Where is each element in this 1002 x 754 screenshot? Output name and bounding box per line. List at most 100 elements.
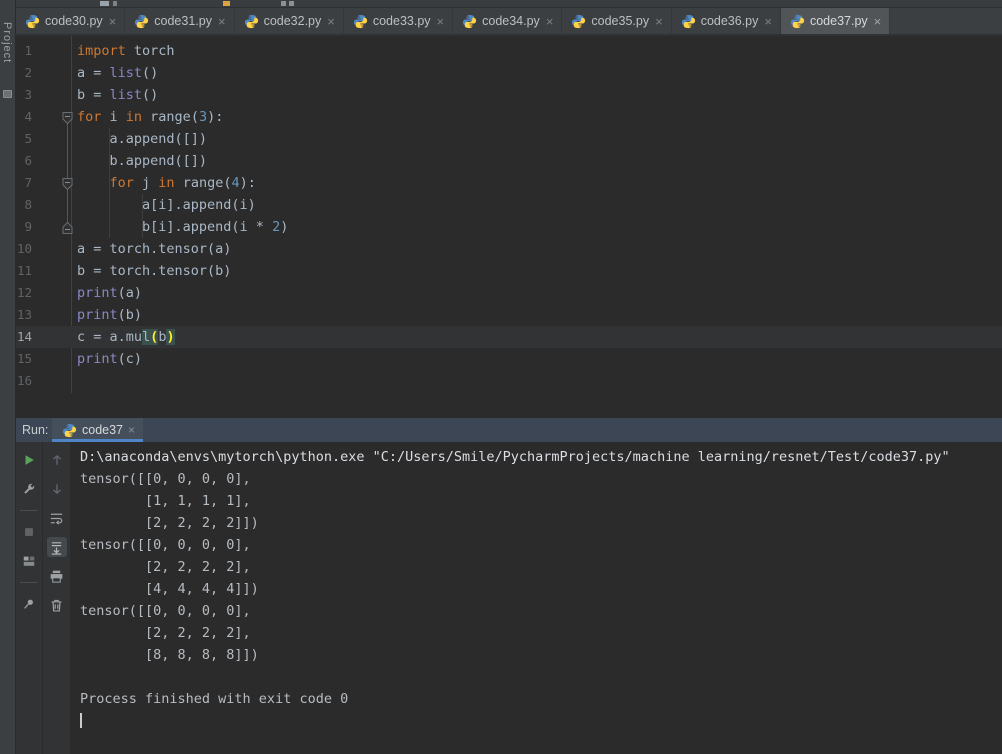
python-icon [571, 14, 586, 29]
code-text: print(a) [77, 285, 143, 301]
code-line-7: 7 for j in range(4): [16, 172, 1002, 194]
rerun-button[interactable] [19, 450, 39, 470]
line-number: 8 [24, 197, 32, 212]
code-text: for j in range(4): [109, 175, 256, 191]
stop-button[interactable] [19, 522, 39, 542]
fold-marker-icon[interactable] [62, 110, 73, 125]
pycharm-window: Project code30.py × code31.py × code32.py × co… [0, 0, 1002, 754]
printer-icon [50, 570, 63, 583]
clear-all-button[interactable] [47, 595, 67, 615]
close-icon[interactable]: × [545, 15, 555, 28]
console-line: [2, 2, 2, 2], [80, 625, 251, 641]
line-number: 2 [24, 65, 32, 80]
close-icon[interactable]: × [436, 15, 446, 28]
tab-label: code33.py [372, 14, 431, 28]
editor-tab-code30.py[interactable]: code30.py × [16, 8, 126, 34]
soft-wrap-button[interactable] [47, 508, 67, 528]
line-number: 1 [24, 43, 32, 58]
code-text: a.append([]) [77, 131, 208, 147]
editor-tab-code36.py[interactable]: code36.py × [672, 8, 781, 34]
pin-tab-button[interactable] [19, 594, 39, 614]
console-output[interactable]: D:\anaconda\envs\mytorch\python.exe "C:/… [70, 442, 1002, 754]
layout-icon [23, 556, 35, 566]
line-number: 4 [24, 109, 32, 124]
close-icon[interactable]: × [108, 15, 118, 28]
editor-tab-code37.py[interactable]: code37.py × [780, 8, 891, 34]
editor-tab-code33.py[interactable]: code33.py × [344, 8, 454, 34]
tab-label: code37.py [809, 14, 868, 28]
close-icon[interactable]: × [326, 15, 336, 28]
tab-label: code34.py [482, 14, 540, 28]
code-text: b = list() [77, 87, 159, 103]
close-icon[interactable]: × [763, 15, 773, 28]
tool-window-bar: Project [0, 0, 16, 754]
print-button[interactable] [47, 566, 67, 586]
code-line-14: 14 c = a.mul(b) [16, 326, 1002, 348]
line-number: 12 [17, 285, 33, 300]
code-text: c = a.mul(b) [77, 329, 175, 345]
console-line: tensor([[0, 0, 0, 0], [80, 603, 251, 619]
console-line: tensor([[0, 0, 0, 0], [80, 537, 251, 553]
close-icon[interactable]: × [128, 423, 135, 437]
toolbar-icon-remnant [113, 1, 117, 6]
edit-configuration-button[interactable] [19, 479, 39, 499]
arrow-down-icon [52, 484, 61, 495]
line-number: 11 [17, 263, 33, 278]
code-line-11: 11 b = torch.tensor(b) [16, 260, 1002, 282]
main-toolbar-remnant [16, 0, 1002, 8]
stop-icon [25, 528, 33, 536]
code-line-8: 8 a[i].append(i) [16, 194, 1002, 216]
scroll-to-end-button[interactable] [46, 537, 67, 557]
run-label: Run: [22, 423, 49, 437]
line-number: 10 [17, 241, 33, 256]
trash-icon [51, 599, 62, 612]
console-line: [8, 8, 8, 8]]) [80, 647, 259, 663]
line-number: 16 [17, 373, 33, 388]
run-tab-label: code37 [82, 423, 124, 437]
run-panel-body: D:\anaconda\envs\mytorch\python.exe "C:/… [16, 442, 1002, 754]
close-icon[interactable]: × [873, 15, 883, 28]
python-icon [681, 14, 696, 29]
fold-marker-icon[interactable] [62, 220, 73, 234]
code-line-1: 1 import torch [16, 40, 1002, 62]
console-line: Process finished with exit code 0 [80, 691, 349, 707]
editor-tab-code35.py[interactable]: code35.py × [562, 8, 672, 34]
down-the-stack-button[interactable] [47, 479, 67, 499]
editor-tab-code34.py[interactable]: code34.py × [453, 8, 563, 34]
tab-label: code35.py [591, 14, 650, 28]
wrench-icon [24, 483, 35, 494]
tab-label: code30.py [45, 14, 103, 28]
code-editor[interactable]: 1 import torch 2 a = list() 3 b = list() 4 for … [16, 36, 1002, 418]
python-icon [462, 14, 477, 29]
python-icon [790, 14, 805, 29]
python-icon [244, 14, 259, 29]
run-tab-code37[interactable]: code37 × [52, 418, 144, 442]
code-text: print(b) [77, 307, 143, 323]
line-number: 15 [17, 351, 33, 366]
fold-marker-icon[interactable] [62, 176, 73, 191]
editor-tab-code32.py[interactable]: code32.py × [235, 8, 344, 34]
play-icon [25, 455, 34, 465]
code-line-6: 6 b.append([]) [16, 150, 1002, 172]
console-caret [80, 712, 82, 728]
code-line-13: 13 print(b) [16, 304, 1002, 326]
line-number: 6 [24, 153, 32, 168]
code-line-16: 16 [16, 370, 1002, 392]
code-line-9: 9 b[i].append(i * 2) [16, 216, 1002, 238]
code-line-10: 10 a = torch.tensor(a) [16, 238, 1002, 260]
close-icon[interactable]: × [654, 15, 664, 28]
toolbar-icon-remnant [289, 1, 294, 6]
line-number: 13 [17, 307, 33, 322]
code-text: b = torch.tensor(b) [77, 263, 232, 279]
restore-layout-button[interactable] [19, 551, 39, 571]
editor-tab-code31.py[interactable]: code31.py × [125, 8, 235, 34]
line-number: 3 [24, 87, 32, 102]
project-tool-window-button[interactable]: Project [1, 22, 13, 63]
close-icon[interactable]: × [217, 15, 227, 28]
soft-wrap-icon [50, 513, 63, 525]
up-the-stack-button[interactable] [47, 450, 67, 470]
code-text: a = list() [77, 65, 159, 81]
console-line: [1, 1, 1, 1], [80, 493, 251, 509]
code-line-4: 4 for i in range(3): [16, 106, 1002, 128]
